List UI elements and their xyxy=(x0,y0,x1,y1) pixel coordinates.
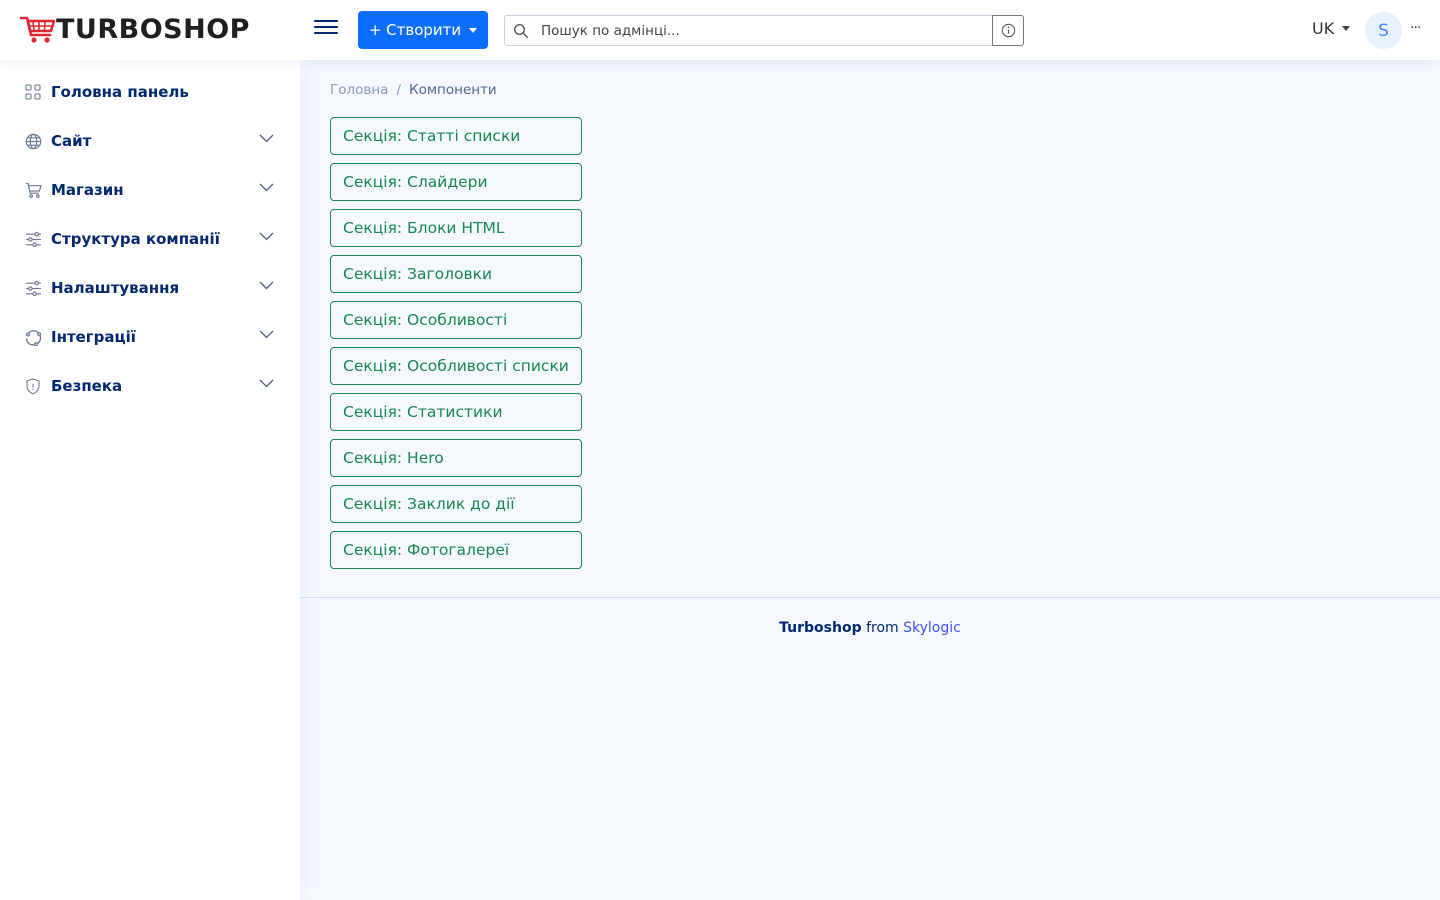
integration-icon xyxy=(24,328,42,346)
create-button[interactable]: + Створити xyxy=(358,11,488,49)
sidebar-item-label: Магазин xyxy=(51,181,124,199)
breadcrumb-separator: / xyxy=(396,82,401,98)
more-icon[interactable]: ··· xyxy=(1410,20,1421,36)
footer-divider xyxy=(300,597,1440,598)
sidebar-item-integrations[interactable]: Інтеграції xyxy=(20,317,280,357)
chevron-down-icon xyxy=(259,330,274,339)
section-button-sliders[interactable]: Секція: Слайдери xyxy=(330,163,582,201)
search-info-button[interactable] xyxy=(992,15,1024,46)
chevron-down-icon xyxy=(259,183,274,192)
section-button-articles-lists[interactable]: Секція: Статті списки xyxy=(330,117,582,155)
footer: Turboshop from Skylogic xyxy=(300,620,1440,636)
breadcrumb-current: Компоненти xyxy=(409,82,497,98)
sidebar-item-company-structure[interactable]: Структура компанії xyxy=(20,219,280,259)
sidebar-item-dashboard[interactable]: Головна панель xyxy=(20,72,280,112)
sidebar-item-site[interactable]: Сайт xyxy=(20,121,280,161)
section-button-call-to-action[interactable]: Секція: Заклик до дії xyxy=(330,485,582,523)
cart-icon xyxy=(24,181,42,199)
logo-text: TURBOSHOP xyxy=(56,14,250,45)
chevron-down-icon xyxy=(259,379,274,388)
sidebar-item-label: Структура компанії xyxy=(51,230,220,248)
sidebar-toggle-button[interactable] xyxy=(314,18,338,42)
breadcrumb: Головна / Компоненти xyxy=(330,82,497,98)
section-button-headings[interactable]: Секція: Заголовки xyxy=(330,255,582,293)
sliders-icon xyxy=(24,230,42,248)
chevron-down-icon xyxy=(259,134,274,143)
section-button-html-blocks[interactable]: Секція: Блоки HTML xyxy=(330,209,582,247)
section-button-photo-galleries[interactable]: Секція: Фотогалереї xyxy=(330,531,582,569)
section-button-statistics[interactable]: Секція: Статистики xyxy=(330,393,582,431)
search-box xyxy=(504,15,1024,46)
section-button-features[interactable]: Секція: Особливості xyxy=(330,301,582,339)
top-header: TURBOSHOP + Створити UK S ··· xyxy=(0,0,1440,60)
logo[interactable]: TURBOSHOP xyxy=(20,14,250,46)
burger-line xyxy=(314,26,338,28)
search-icon xyxy=(513,23,529,39)
grid-icon xyxy=(24,83,42,101)
sidebar-item-label: Інтеграції xyxy=(51,328,136,346)
avatar[interactable]: S xyxy=(1365,12,1402,49)
section-button-hero[interactable]: Секція: Hero xyxy=(330,439,582,477)
cart-logo-icon xyxy=(20,16,56,43)
caret-down-icon xyxy=(1342,26,1351,31)
sidebar-item-label: Сайт xyxy=(51,132,92,150)
breadcrumb-home-link[interactable]: Головна xyxy=(330,82,388,98)
sidebar-item-settings[interactable]: Налаштування xyxy=(20,268,280,308)
create-button-label: + Створити xyxy=(368,21,462,39)
sidebar-item-label: Головна панель xyxy=(51,83,189,101)
sidebar-item-label: Налаштування xyxy=(51,279,180,297)
globe-icon xyxy=(24,132,42,150)
language-dropdown[interactable]: UK xyxy=(1312,19,1351,38)
info-icon xyxy=(1001,23,1015,38)
shield-icon xyxy=(24,377,42,395)
sidebar-item-shop[interactable]: Магазин xyxy=(20,170,280,210)
search-input[interactable] xyxy=(541,16,991,45)
footer-from: from xyxy=(866,620,899,636)
language-label: UK xyxy=(1312,19,1335,38)
chevron-down-icon xyxy=(259,232,274,241)
sliders-icon xyxy=(24,279,42,297)
sidebar-item-security[interactable]: Безпека xyxy=(20,366,280,406)
sidebar: Головна панель Сайт Магазин Структура ко… xyxy=(0,60,300,900)
caret-down-icon xyxy=(469,27,478,33)
burger-line xyxy=(314,20,338,22)
sidebar-item-label: Безпека xyxy=(51,377,123,395)
footer-company-link[interactable]: Skylogic xyxy=(903,620,961,636)
section-button-features-lists[interactable]: Секція: Особливості списки xyxy=(330,347,582,385)
footer-brand: Turboshop xyxy=(779,620,862,636)
burger-line xyxy=(314,32,338,34)
chevron-down-icon xyxy=(259,281,274,290)
